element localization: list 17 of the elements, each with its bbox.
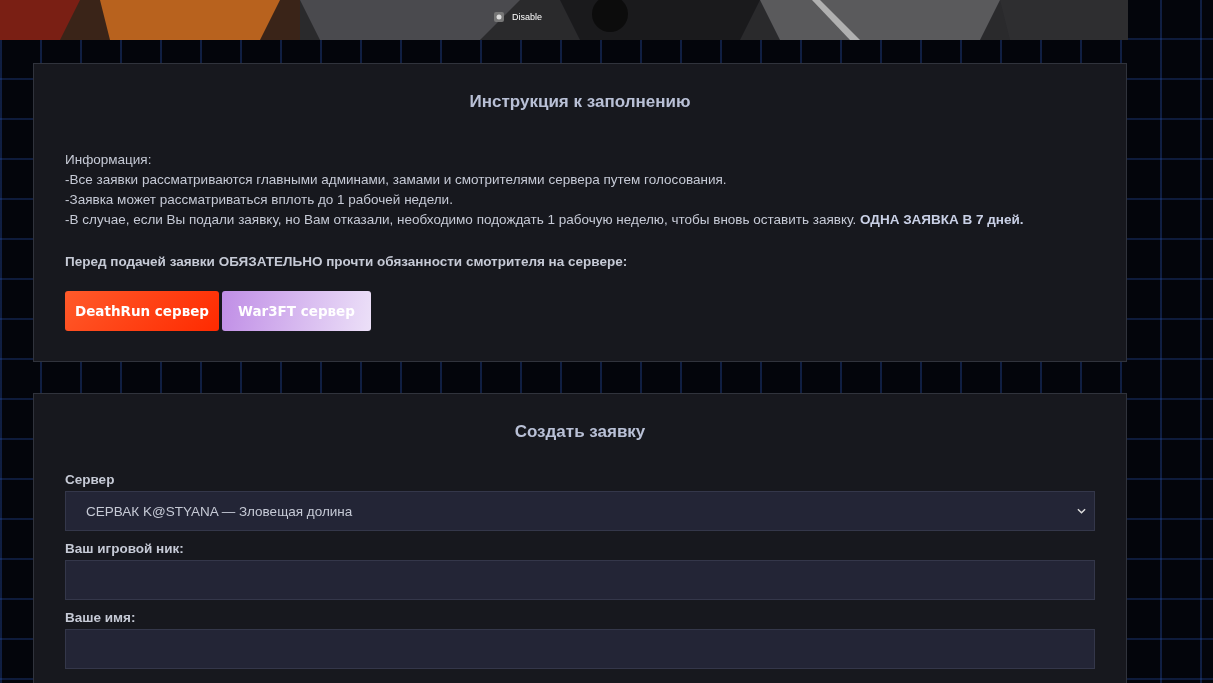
panel-title: Создать заявку [513,422,647,442]
field-label: Ваше имя: [65,610,137,625]
info-text: -Заявка может рассматриваться вплоть до 1 рабочей недели. [65,191,454,209]
panel-title: Инструкция к заполнению [468,92,692,112]
server-select[interactable]: СЕРВАК K@STYANA — Зловещая долина [65,491,1095,531]
camera-icon[interactable] [494,12,504,22]
info-text: Информация: [65,151,153,169]
field-label: Сервер [65,472,116,487]
input-field[interactable] [65,560,1095,600]
disable-label[interactable]: Disable [512,12,542,22]
info-text: -Все заявки рассматриваются главными админами, замами и смотрителями сервера путем голосования. [65,171,728,189]
server-button[interactable]: DeathRun сервер [65,291,220,331]
field-label: Ваш игровой ник: [65,541,185,556]
info-text: -В случае, если Вы подали заявку, но Вам отказали, необходимо подождать 1 рабочую неделю, чтобы вновь оставить заявку. ОДНА ЗАЯВКА В 7 дней. [65,211,1025,229]
chevron-down-icon [1077,508,1086,514]
input-field[interactable] [65,629,1095,669]
notice-text: Перед подачей заявки ОБЯЗАТЕЛЬНО прочти обязанности смотрителя на сервере: [65,254,629,269]
